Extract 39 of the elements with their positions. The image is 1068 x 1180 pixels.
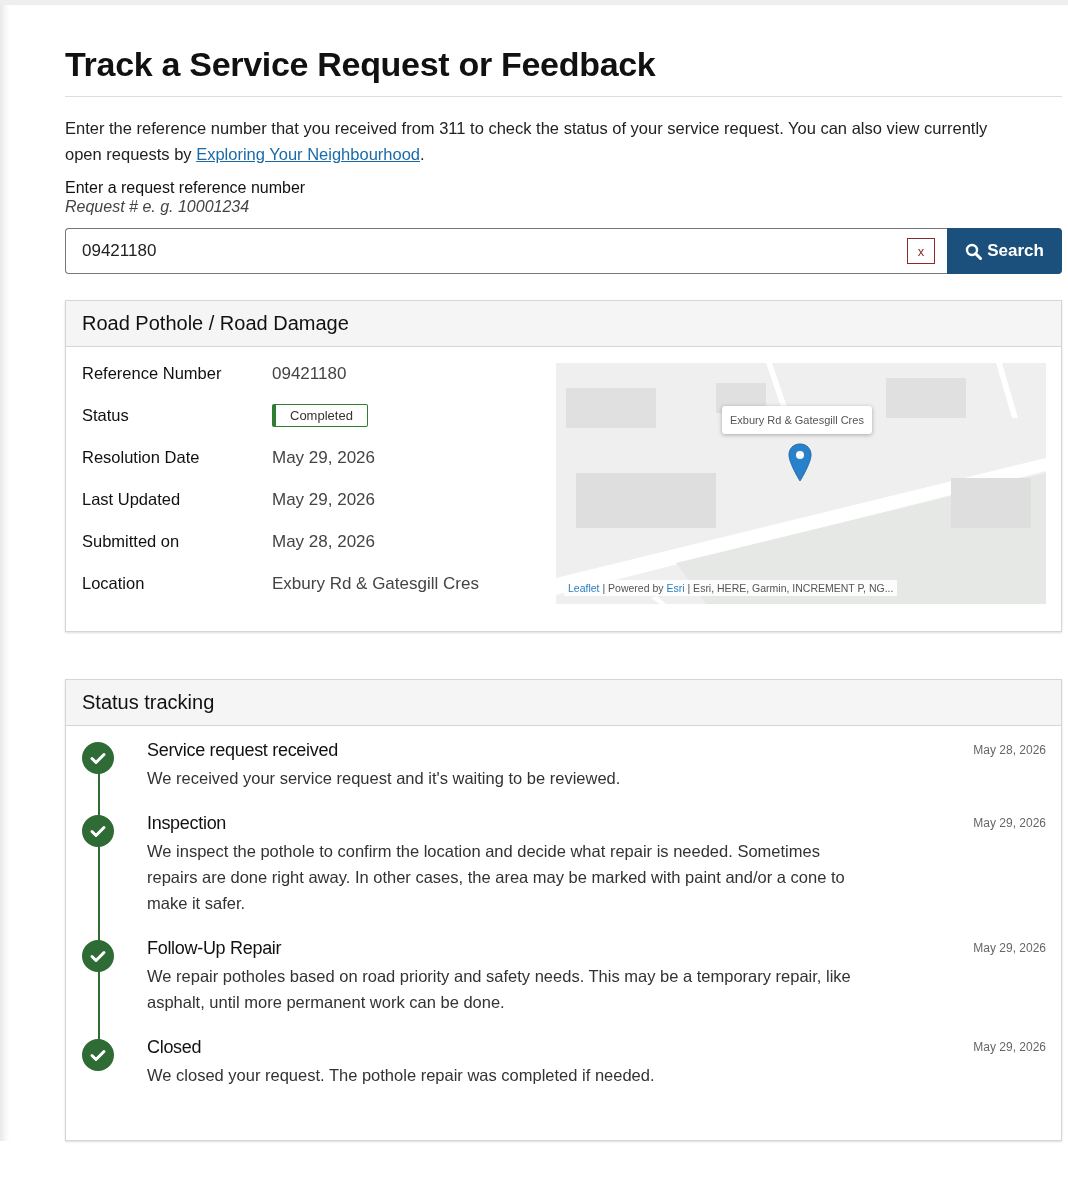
field-value: May 28, 2026	[272, 532, 376, 552]
search-icon	[965, 242, 983, 260]
field-label: Resolution Date	[82, 448, 201, 467]
step-date: May 28, 2026	[972, 742, 1046, 759]
step-description: We inspect the pothole to confirm the location and decide what repair is needed. Sometimes repairs are done right away. In other cases, the area may be marked with paint and/or a cone to make it safer.	[147, 841, 846, 914]
field-label: Last Updated	[82, 490, 182, 509]
step-title: Service request received	[147, 740, 339, 761]
step-description: We closed your request. The pothole repair was completed if needed.	[147, 1065, 656, 1086]
field-value: Exbury Rd & Gatesgill Cres	[272, 574, 480, 594]
step-date: May 29, 2026	[972, 1039, 1046, 1056]
card-title: Status tracking	[66, 680, 1061, 726]
field-label: Location	[82, 574, 146, 593]
status-badge: Completed	[272, 404, 368, 427]
attribution-link[interactable]: Esri	[666, 582, 685, 594]
field-label: Reference Number	[82, 364, 223, 383]
intro-text: Enter the reference number that you received from 311 to check the status of your service request. You can also view currently open requests by Exploring Your Neighbourhood.	[65, 118, 989, 165]
step-title: Follow-Up Repair	[147, 938, 283, 959]
field-value: May 29, 2026	[272, 448, 376, 468]
reference-input-field[interactable]: 09421180 x	[65, 228, 947, 274]
field-label: Submitted on	[82, 532, 181, 551]
step-title: Closed	[147, 1037, 203, 1058]
card-title: Road Pothole / Road Damage	[66, 301, 1061, 347]
field-label: Status	[82, 406, 130, 425]
neighbourhood-link[interactable]: Exploring Your Neighbourhood	[196, 145, 420, 163]
page-title: Track a Service Request or Feedback	[65, 5, 1062, 97]
step-description: We repair potholes based on road priority and safety needs. This may be a temporary repair, like asphalt, until more permanent work can be done.	[147, 966, 852, 1013]
attribution-link[interactable]: Leaflet	[568, 582, 600, 594]
search-button[interactable]: Search	[947, 228, 1062, 274]
field-value: May 29, 2026	[272, 490, 376, 510]
map[interactable]: Exbury Rd & Gatesgill Cres Leaflet | Powered by Esri | Esri, HERE, Garmin, INCREMENT P, NG...	[556, 363, 1046, 604]
clear-button[interactable]: x	[907, 238, 935, 264]
step-date: May 29, 2026	[972, 815, 1046, 832]
step-description: We received your service request and it's waiting to be reviewed.	[147, 768, 622, 789]
field-value: 09421180	[272, 364, 348, 384]
field-label: Enter a request reference number	[65, 179, 307, 197]
map-pin-icon[interactable]	[787, 443, 813, 483]
step-title: Inspection	[147, 813, 228, 834]
field-hint: Request # e. g. 10001234	[65, 198, 251, 216]
step-date: May 29, 2026	[972, 940, 1046, 957]
